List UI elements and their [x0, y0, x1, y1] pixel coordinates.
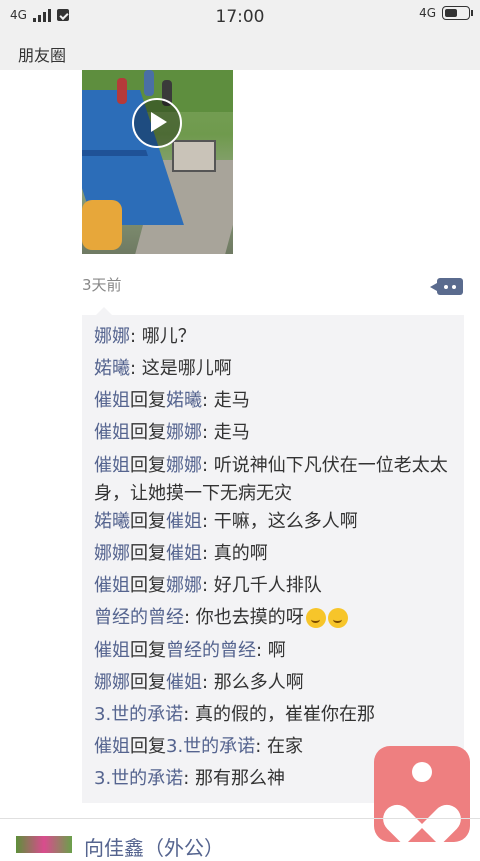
- comment-text: : 你也去摸的呀: [184, 607, 304, 628]
- thinking-emoji-icon: [305, 608, 326, 628]
- status-right: 4G: [419, 6, 473, 20]
- commenter-name[interactable]: 催姐: [94, 422, 130, 443]
- commenter-name[interactable]: 3.世的承诺: [94, 768, 183, 789]
- play-icon[interactable]: [132, 98, 182, 148]
- reply-target-name[interactable]: 婼曦: [166, 390, 202, 411]
- reply-target-name[interactable]: 催姐: [166, 672, 202, 693]
- comment-text: : 干嘛，这么多人啊: [202, 511, 358, 532]
- reply-word: 回复: [130, 422, 166, 443]
- comment-item[interactable]: 催姐回复娜娜: 走马: [94, 419, 454, 447]
- reply-word: 回复: [130, 736, 166, 757]
- reply-word: 回复: [130, 390, 166, 411]
- commenter-name[interactable]: 娜娜: [94, 326, 130, 347]
- comment-item[interactable]: 3.世的承诺: 真的假的，崔崔你在那: [94, 701, 454, 729]
- comment-list: 娜娜: 哪儿？ 婼曦: 这是哪儿啊 催姐回复婼曦: 走马 催姐回复娜娜: 走马 催姐回复…: [82, 307, 464, 803]
- network-type-right: 4G: [419, 6, 436, 20]
- commenter-name[interactable]: 婼曦: [94, 511, 130, 532]
- commenter-name[interactable]: 曾经的曾经: [94, 607, 184, 628]
- comment-item[interactable]: 娜娜回复催姐: 那么多人啊: [94, 669, 454, 697]
- comment-text: : 真的假的，崔崔你在那: [183, 704, 375, 725]
- comment-text: : 走马: [202, 390, 250, 411]
- commenter-name[interactable]: 催姐: [94, 736, 130, 757]
- comment-item[interactable]: 催姐回复娜娜: 听说神仙下凡伏在一位老太太身，让她摸一下无病无灾: [94, 452, 454, 508]
- reply-word: 回复: [130, 575, 166, 596]
- reply-word: 回复: [130, 672, 166, 693]
- battery-icon: [442, 6, 473, 20]
- commenter-name[interactable]: 催姐: [94, 390, 130, 411]
- next-post-author[interactable]: 向佳鑫（外公）: [84, 832, 224, 861]
- reply-word: 回复: [130, 640, 166, 661]
- reply-word: 回复: [130, 543, 166, 564]
- comment-action-icon[interactable]: [430, 278, 463, 295]
- comment-text: : 哪儿？: [130, 326, 196, 347]
- comment-item[interactable]: 娜娜回复催姐: 真的啊: [94, 540, 454, 568]
- comment-item[interactable]: 婼曦: 这是哪儿啊: [94, 355, 454, 383]
- page-title[interactable]: 朋友圈: [18, 42, 66, 66]
- commenter-name[interactable]: 催姐: [94, 575, 130, 596]
- comment-text: : 真的啊: [202, 543, 268, 564]
- reply-target-name[interactable]: 催姐: [166, 543, 202, 564]
- video-thumbnail[interactable]: [82, 70, 233, 254]
- commenter-name[interactable]: 催姐: [94, 640, 130, 661]
- comment-item[interactable]: 曾经的曾经: 你也去摸的呀: [94, 604, 454, 632]
- reply-target-name[interactable]: 催姐: [166, 511, 202, 532]
- commenter-name[interactable]: 催姐: [94, 455, 130, 476]
- comment-text: : 啊: [256, 640, 286, 661]
- comment-text: : 这是哪儿啊: [130, 358, 232, 379]
- comment-item[interactable]: 婼曦回复催姐: 干嘛，这么多人啊: [94, 508, 454, 536]
- divider: [0, 818, 480, 819]
- clock: 17:00: [215, 7, 265, 27]
- comment-text: : 走马: [202, 422, 250, 443]
- reply-target-name[interactable]: 娜娜: [166, 422, 202, 443]
- status-bar: 4G 17:00 4G: [0, 0, 480, 34]
- commenter-name[interactable]: 娜娜: [94, 672, 130, 693]
- floating-app-badge[interactable]: [374, 746, 470, 842]
- commenter-name[interactable]: 娜娜: [94, 543, 130, 564]
- post-time: 3天前: [82, 276, 122, 294]
- reply-word: 回复: [130, 511, 166, 532]
- comment-text: : 那么多人啊: [202, 672, 304, 693]
- heart-icon: [396, 788, 448, 828]
- comment-item[interactable]: 娜娜: 哪儿？: [94, 323, 454, 351]
- comment-item[interactable]: 催姐回复曾经的曾经: 啊: [94, 637, 454, 665]
- comment-text: : 好几千人排队: [202, 575, 322, 596]
- comment-item[interactable]: 催姐回复婼曦: 走马: [94, 387, 454, 415]
- commenter-name[interactable]: 3.世的承诺: [94, 704, 183, 725]
- comment-item[interactable]: 催姐回复娜娜: 好几千人排队: [94, 572, 454, 600]
- comment-text: : 在家: [255, 736, 303, 757]
- reply-target-name[interactable]: 3.世的承诺: [166, 736, 255, 757]
- commenter-name[interactable]: 婼曦: [94, 358, 130, 379]
- reply-target-name[interactable]: 娜娜: [166, 455, 202, 476]
- reply-word: 回复: [130, 455, 166, 476]
- comment-text: : 那有那么神: [183, 768, 285, 789]
- reply-target-name[interactable]: 曾经的曾经: [166, 640, 256, 661]
- avatar[interactable]: [16, 836, 72, 853]
- reply-target-name[interactable]: 娜娜: [166, 575, 202, 596]
- thinking-emoji-icon: [327, 608, 348, 628]
- app-header: 朋友圈: [0, 34, 480, 70]
